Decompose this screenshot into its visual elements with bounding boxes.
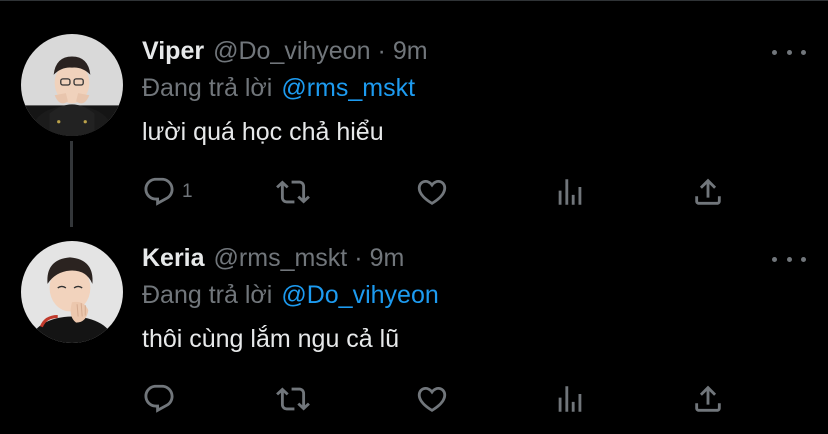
share-button[interactable]	[691, 381, 725, 417]
avatar-photo	[21, 241, 123, 343]
like-icon	[417, 179, 447, 205]
reply-thread: Viper @Do_vihyeon · 9m Đang trả lời @rms…	[0, 0, 828, 434]
share-icon	[695, 178, 721, 205]
mention-link[interactable]: @Do_vihyeon	[281, 281, 438, 310]
tweet-header: Viper @Do_vihyeon · 9m	[142, 31, 808, 71]
like-button[interactable]	[415, 174, 449, 210]
tweet-text: thôi cùng lắm ngu cả lũ	[142, 325, 400, 353]
replying-to-label: Đang trả lời	[142, 73, 273, 102]
reply-button[interactable]	[142, 381, 182, 417]
tweet-content: Viper @Do_vihyeon · 9m Đang trả lời @rms…	[142, 31, 808, 149]
reply-icon	[144, 384, 174, 413]
action-bar	[142, 381, 742, 417]
stats-icon	[558, 179, 582, 205]
more-icon[interactable]	[772, 43, 806, 61]
stats-button[interactable]	[553, 174, 587, 210]
tweet-content: Keria @rms_mskt · 9m Đang trả lời @Do_vi…	[142, 238, 808, 356]
retweet-icon	[276, 387, 310, 411]
share-icon	[695, 385, 721, 412]
separator-dot: ·	[354, 243, 363, 272]
avatar[interactable]	[21, 241, 123, 343]
display-name[interactable]: Keria	[142, 244, 205, 273]
stats-button[interactable]	[553, 381, 587, 417]
display-name[interactable]: Viper	[142, 37, 204, 66]
share-button[interactable]	[691, 174, 725, 210]
separator-dot: ·	[377, 36, 386, 65]
tweet-text: lười quá học chả hiểu	[142, 118, 384, 146]
action-bar: 1	[142, 174, 742, 210]
more-icon[interactable]	[772, 250, 806, 268]
reply-icon	[144, 177, 174, 206]
timestamp[interactable]: 9m	[370, 244, 405, 273]
user-handle[interactable]: @Do_vihyeon	[213, 37, 370, 66]
reply-button[interactable]: 1	[142, 174, 193, 210]
stats-icon	[558, 386, 582, 412]
user-handle[interactable]: @rms_mskt	[214, 244, 348, 273]
avatar-photo	[21, 34, 123, 136]
reply-count: 1	[182, 181, 193, 202]
retweet-button[interactable]	[276, 174, 310, 210]
mention-link[interactable]: @rms_mskt	[281, 74, 415, 103]
replying-to: Đang trả lời @rms_mskt	[142, 71, 808, 105]
retweet-button[interactable]	[276, 381, 310, 417]
timestamp[interactable]: 9m	[393, 37, 428, 66]
avatar[interactable]	[21, 34, 123, 136]
thread-connector-line	[70, 141, 73, 227]
like-button[interactable]	[415, 381, 449, 417]
retweet-icon	[276, 180, 310, 204]
replying-to-label: Đang trả lời	[142, 280, 273, 309]
tweet-header: Keria @rms_mskt · 9m	[142, 238, 808, 278]
replying-to: Đang trả lời @Do_vihyeon	[142, 278, 808, 312]
like-icon	[417, 386, 447, 412]
